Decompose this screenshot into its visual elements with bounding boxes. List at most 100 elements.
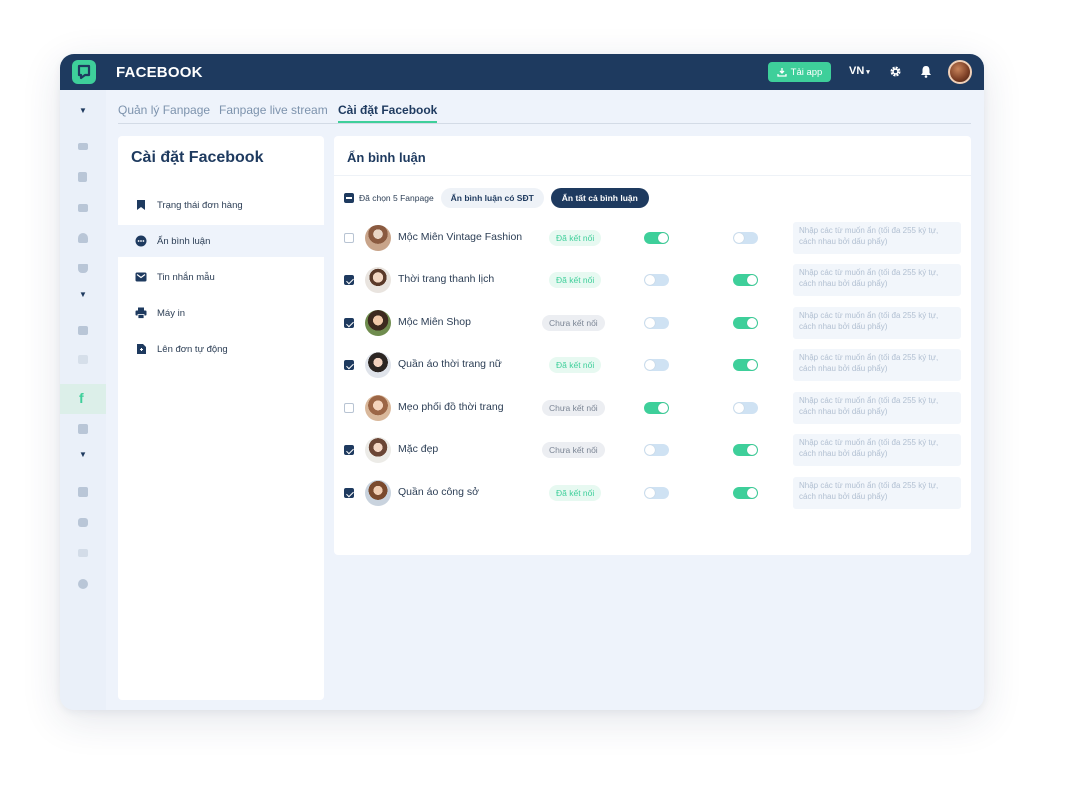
fanpage-name: Mẹo phối đồ thời trang: [398, 401, 504, 413]
printer-icon: [135, 307, 147, 319]
gear-icon[interactable]: [889, 65, 902, 83]
row-checkbox[interactable]: [344, 488, 354, 498]
fanpage-name: Mộc Miên Shop: [398, 316, 471, 328]
chevron-down-icon[interactable]: ▼: [79, 106, 87, 115]
keyword-input[interactable]: Nhập các từ muốn ẩn (tối đa 255 ký tự, c…: [793, 434, 961, 466]
grid-icon[interactable]: [78, 355, 88, 364]
fanpage-name: Quần áo công sở: [398, 486, 480, 498]
chevron-down-icon[interactable]: ▼: [79, 290, 87, 299]
menu-item-tin-nhan-mau[interactable]: Tin nhắn mẫu: [118, 261, 324, 293]
language-label: VN: [849, 65, 865, 77]
hide-phone-toggle[interactable]: [644, 444, 669, 456]
comment-icon: [135, 235, 147, 247]
hide-all-toggle[interactable]: [733, 487, 758, 499]
sidebar-item-facebook[interactable]: f: [60, 384, 106, 414]
language-selector[interactable]: VN ▾: [849, 65, 870, 77]
app-window: FACEBOOK Tải app VN▾ ▼ ▼ f ▼ →: [60, 54, 984, 710]
fanpage-row: Mẹo phối đồ thời trang Chưa kết nối Nhập…: [334, 391, 971, 425]
row-checkbox[interactable]: [344, 318, 354, 328]
user-avatar[interactable]: [948, 60, 972, 84]
hide-phone-toggle[interactable]: [644, 274, 669, 286]
mail-icon: [135, 271, 147, 283]
status-badge: Chưa kết nối: [542, 400, 605, 416]
hide-phone-toggle[interactable]: [644, 402, 669, 414]
fanpage-row: Quần áo công sở Đã kết nối Nhập các từ m…: [334, 476, 971, 510]
download-icon: [777, 68, 787, 77]
building-icon[interactable]: [78, 487, 88, 497]
calendar-icon[interactable]: [78, 326, 88, 335]
keyword-input[interactable]: Nhập các từ muốn ẩn (tối đa 255 ký tự, c…: [793, 264, 961, 296]
chevron-down-icon[interactable]: ▼: [79, 450, 87, 459]
fanpage-row: Quần áo thời trang nữ Đã kết nối Nhập cá…: [334, 348, 971, 382]
bookmark-icon: [135, 199, 147, 211]
truck-icon[interactable]: [78, 204, 88, 212]
fanpage-row: Mặc đẹp Chưa kết nối Nhập các từ muốn ẩn…: [334, 433, 971, 467]
fanpage-name: Mặc đẹp: [398, 443, 439, 455]
row-checkbox[interactable]: [344, 403, 354, 413]
menu-item-label: Tin nhắn mẫu: [157, 271, 215, 283]
menu-item-len-don-tu-dong[interactable]: Lên đơn tự động: [118, 333, 324, 365]
tab-quan-ly-fanpage[interactable]: Quản lý Fanpage: [118, 103, 210, 117]
fanpage-avatar: [365, 225, 391, 251]
basket-icon[interactable]: [78, 264, 88, 273]
menu-icon[interactable]: [78, 143, 88, 150]
selected-count-label: Đã chọn 5 Fanpage: [359, 193, 434, 203]
row-checkbox[interactable]: [344, 445, 354, 455]
bulk-actions: Đã chọn 5 Fanpage Ẩn bình luận có SĐT Ẩn…: [344, 188, 649, 208]
menu-item-label: Ẩn bình luận: [157, 235, 211, 247]
fanpage-row: Mộc Miên Vintage Fashion Đã kết nối Nhập…: [334, 221, 971, 255]
status-badge: Đã kết nối: [549, 485, 602, 501]
menu-item-may-in[interactable]: Máy in: [118, 297, 324, 329]
hide-all-toggle[interactable]: [733, 317, 758, 329]
app-logo-icon[interactable]: [72, 60, 96, 84]
fanpage-name: Quần áo thời trang nữ: [398, 358, 502, 370]
hide-all-toggle[interactable]: [733, 359, 758, 371]
status-badge: Đã kết nối: [549, 272, 602, 288]
fanpage-row: Mộc Miên Shop Chưa kết nối Nhập các từ m…: [334, 306, 971, 340]
hide-phone-toggle[interactable]: [644, 317, 669, 329]
row-checkbox[interactable]: [344, 233, 354, 243]
menu-item-label: Máy in: [157, 307, 185, 319]
hide-phone-comments-button[interactable]: Ẩn bình luận có SĐT: [440, 188, 544, 208]
tab-fanpage-live-stream[interactable]: Fanpage live stream: [219, 103, 328, 117]
document-icon[interactable]: [78, 172, 87, 182]
fanpage-name: Mộc Miên Vintage Fashion: [398, 231, 523, 243]
keyword-input[interactable]: Nhập các từ muốn ẩn (tối đa 255 ký tự, c…: [793, 222, 961, 254]
row-checkbox[interactable]: [344, 275, 354, 285]
keyword-input[interactable]: Nhập các từ muốn ẩn (tối đa 255 ký tự, c…: [793, 307, 961, 339]
hide-phone-toggle[interactable]: [644, 232, 669, 244]
auto-order-icon: [135, 343, 147, 355]
bar-chart-icon[interactable]: [78, 549, 88, 557]
keyword-input[interactable]: Nhập các từ muốn ẩn (tối đa 255 ký tự, c…: [793, 349, 961, 381]
hide-phone-toggle[interactable]: [644, 487, 669, 499]
cart-icon[interactable]: [78, 424, 88, 434]
bell-icon[interactable]: [920, 65, 932, 83]
tab-cai-dat-facebook[interactable]: Cài đặt Facebook: [338, 103, 438, 123]
fanpage-row: Thời trang thanh lịch Đã kết nối Nhập cá…: [334, 263, 971, 297]
keyword-input[interactable]: Nhập các từ muốn ẩn (tối đa 255 ký tự, c…: [793, 477, 961, 509]
menu-item-trang-thai-don-hang[interactable]: Trạng thái đơn hàng: [118, 189, 324, 221]
panel-title: Cài đặt Facebook: [131, 149, 264, 166]
hide-all-toggle[interactable]: [733, 444, 758, 456]
fanpage-avatar: [365, 310, 391, 336]
row-checkbox[interactable]: [344, 360, 354, 370]
hide-comments-panel: Ẩn bình luận Đã chọn 5 Fanpage Ẩn bình l…: [334, 136, 971, 555]
user-icon[interactable]: [78, 233, 88, 243]
hide-all-toggle[interactable]: [733, 232, 758, 244]
menu-item-label: Trạng thái đơn hàng: [157, 199, 243, 211]
fanpage-avatar: [365, 395, 391, 421]
keyword-input[interactable]: Nhập các từ muốn ẩn (tối đa 255 ký tự, c…: [793, 392, 961, 424]
fanpage-avatar: [365, 352, 391, 378]
select-all-checkbox[interactable]: [344, 193, 354, 203]
download-app-button[interactable]: Tải app: [768, 62, 831, 82]
hide-all-toggle[interactable]: [733, 402, 758, 414]
chat-icon[interactable]: [78, 518, 88, 527]
hide-phone-toggle[interactable]: [644, 359, 669, 371]
top-bar: FACEBOOK Tải app VN ▾: [60, 54, 984, 90]
menu-item-an-binh-luan[interactable]: Ẩn bình luận: [118, 225, 324, 257]
status-badge: Đã kết nối: [549, 230, 602, 246]
hide-all-toggle[interactable]: [733, 274, 758, 286]
settings-icon[interactable]: [78, 579, 88, 589]
sidebar: ▼ ▼ f ▼ →: [60, 90, 106, 710]
hide-all-comments-button[interactable]: Ẩn tất cả bình luận: [550, 188, 649, 208]
